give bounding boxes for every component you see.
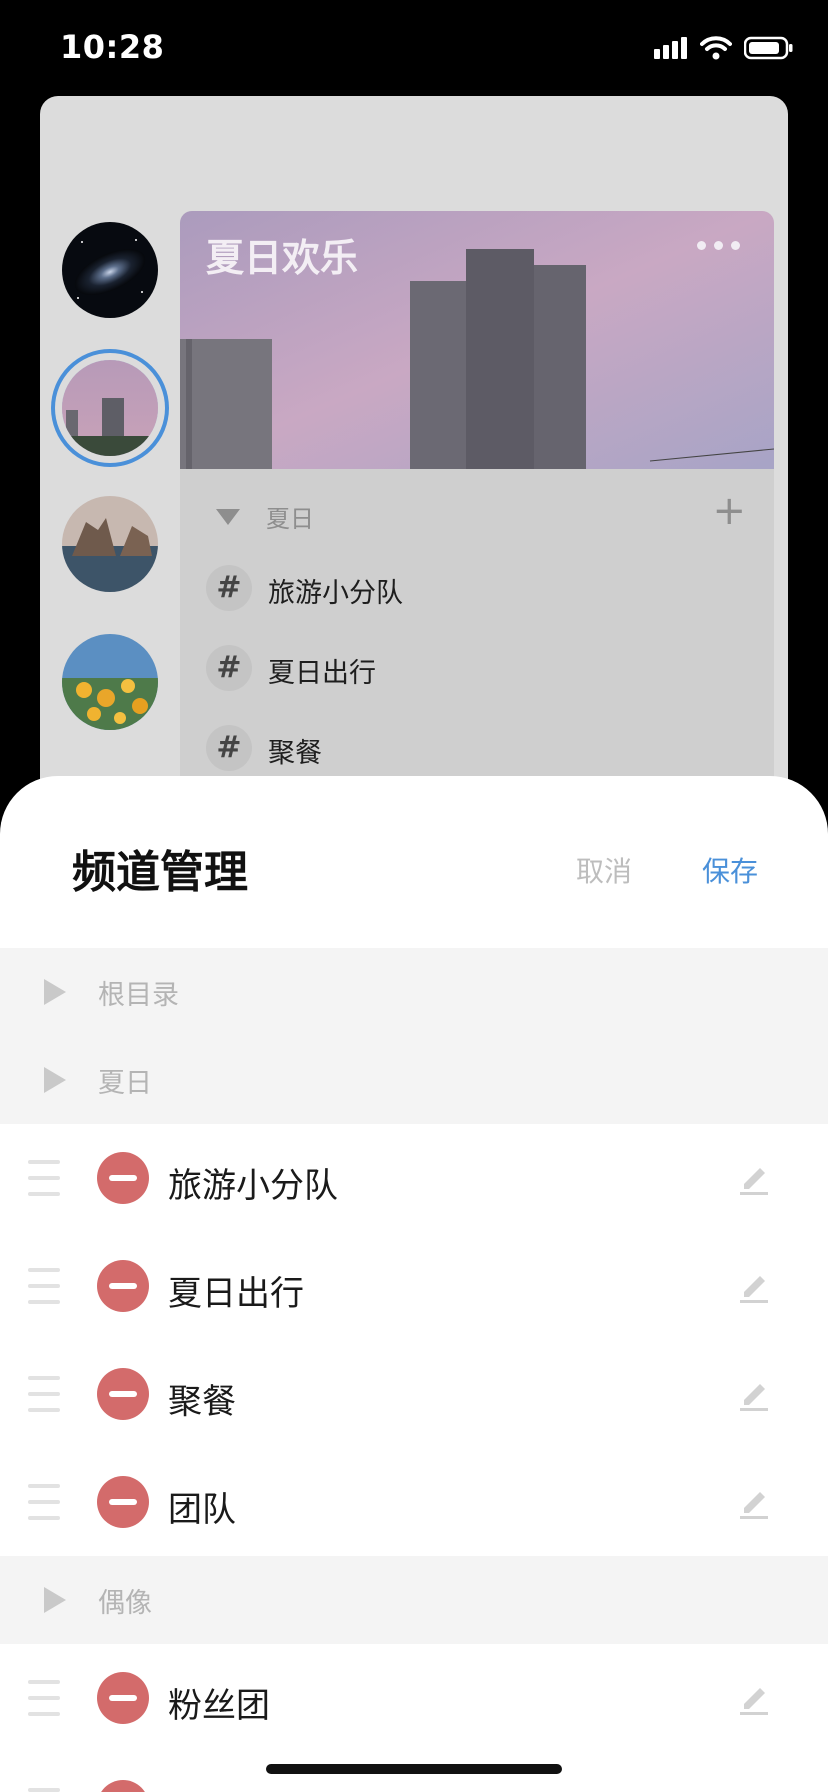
status-bar: 10:28 bbox=[0, 0, 828, 96]
server-panel: 夏日欢乐 夏日 + # 旅游小分队 # 夏日出行 # 聚餐 bbox=[180, 211, 774, 816]
wifi-icon bbox=[700, 36, 732, 60]
drag-handle-icon[interactable] bbox=[28, 1680, 60, 1716]
server-avatar-galaxy[interactable] bbox=[62, 222, 158, 318]
cancel-button[interactable]: 取消 bbox=[576, 850, 632, 890]
channel-edit-row[interactable]: 粉丝团 bbox=[0, 1644, 828, 1752]
drag-handle-icon[interactable] bbox=[28, 1160, 60, 1196]
channel-item[interactable]: # 聚餐 bbox=[206, 725, 746, 775]
folder-row-idol[interactable]: 偶像 bbox=[0, 1556, 828, 1644]
home-indicator[interactable] bbox=[266, 1764, 562, 1774]
edit-pencil-icon[interactable] bbox=[736, 1160, 772, 1196]
cellular-signal-icon bbox=[654, 37, 687, 59]
status-icons bbox=[654, 36, 794, 60]
expand-triangle-icon bbox=[44, 979, 66, 1005]
status-time: 10:28 bbox=[60, 28, 165, 66]
edit-pencil-icon[interactable] bbox=[736, 1376, 772, 1412]
expand-triangle-icon bbox=[44, 1587, 66, 1613]
edit-pencil-icon[interactable] bbox=[736, 1680, 772, 1716]
remove-channel-button[interactable] bbox=[97, 1260, 149, 1312]
folder-row-summer[interactable]: 夏日 bbox=[0, 1036, 828, 1124]
folder-group: 偶像 bbox=[0, 1556, 828, 1644]
folder-row-root[interactable]: 根目录 bbox=[0, 948, 828, 1036]
channel-management-sheet: 频道管理 取消 保存 根目录 夏日 旅游小分队 夏日出行 聚餐 团队 偶像 粉丝… bbox=[0, 776, 828, 1792]
sheet-title: 频道管理 bbox=[72, 847, 248, 898]
server-banner: 夏日欢乐 bbox=[180, 211, 774, 469]
add-channel-icon[interactable]: + bbox=[712, 491, 746, 531]
edit-pencil-icon[interactable] bbox=[736, 1268, 772, 1304]
remove-channel-button[interactable] bbox=[97, 1368, 149, 1420]
battery-icon bbox=[744, 36, 793, 60]
folder-label: 根目录 bbox=[98, 980, 179, 1011]
remove-channel-button[interactable] bbox=[97, 1152, 149, 1204]
channel-label: 旅游小分队 bbox=[268, 578, 403, 609]
galaxy-image bbox=[62, 222, 158, 318]
expand-triangle-icon bbox=[44, 1067, 66, 1093]
coast-rocks-image bbox=[62, 496, 158, 592]
channel-edit-row[interactable]: 夏日出行 bbox=[0, 1232, 828, 1340]
drag-handle-icon[interactable] bbox=[28, 1788, 60, 1792]
drag-handle-icon[interactable] bbox=[28, 1484, 60, 1520]
drag-handle-icon[interactable] bbox=[28, 1376, 60, 1412]
remove-channel-button[interactable] bbox=[97, 1780, 149, 1792]
server-avatar-city[interactable] bbox=[62, 360, 158, 456]
save-button[interactable]: 保存 bbox=[702, 850, 758, 890]
channel-label: 夏日出行 bbox=[268, 658, 376, 689]
category-row[interactable]: 夏日 + bbox=[216, 491, 746, 537]
hash-icon: # bbox=[206, 725, 252, 771]
hash-icon: # bbox=[206, 565, 252, 611]
folder-label: 偶像 bbox=[98, 1588, 152, 1619]
remove-channel-button[interactable] bbox=[97, 1476, 149, 1528]
channel-item[interactable]: # 夏日出行 bbox=[206, 645, 746, 695]
flowers-image bbox=[62, 634, 158, 730]
folder-group: 根目录 夏日 bbox=[0, 948, 828, 1124]
channel-name: 聚餐 bbox=[168, 1382, 236, 1422]
folder-label: 夏日 bbox=[98, 1068, 152, 1099]
channel-edit-row[interactable]: 聚餐 bbox=[0, 1340, 828, 1448]
server-avatar-flowers[interactable] bbox=[62, 634, 158, 730]
category-label: 夏日 bbox=[266, 505, 314, 533]
channel-name: 夏日出行 bbox=[168, 1274, 304, 1314]
channel-name: 粉丝团 bbox=[168, 1686, 270, 1726]
channel-name: 旅游小分队 bbox=[168, 1166, 338, 1206]
channel-name: 团队 bbox=[168, 1490, 236, 1530]
city-sky-image bbox=[62, 360, 158, 456]
more-options-icon[interactable] bbox=[697, 241, 740, 250]
background-app-card: 夏日欢乐 夏日 + # 旅游小分队 # 夏日出行 # 聚餐 bbox=[40, 96, 788, 816]
drag-handle-icon[interactable] bbox=[28, 1268, 60, 1304]
collapse-caret-icon bbox=[216, 509, 240, 525]
server-avatar-coast[interactable] bbox=[62, 496, 158, 592]
channel-label: 聚餐 bbox=[268, 738, 322, 769]
channel-edit-row[interactable]: 团队 bbox=[0, 1448, 828, 1556]
edit-pencil-icon[interactable] bbox=[736, 1484, 772, 1520]
server-name: 夏日欢乐 bbox=[206, 236, 359, 280]
hash-icon: # bbox=[206, 645, 252, 691]
channel-edit-row[interactable]: 旅游小分队 bbox=[0, 1124, 828, 1232]
remove-channel-button[interactable] bbox=[97, 1672, 149, 1724]
channel-item[interactable]: # 旅游小分队 bbox=[206, 565, 746, 615]
